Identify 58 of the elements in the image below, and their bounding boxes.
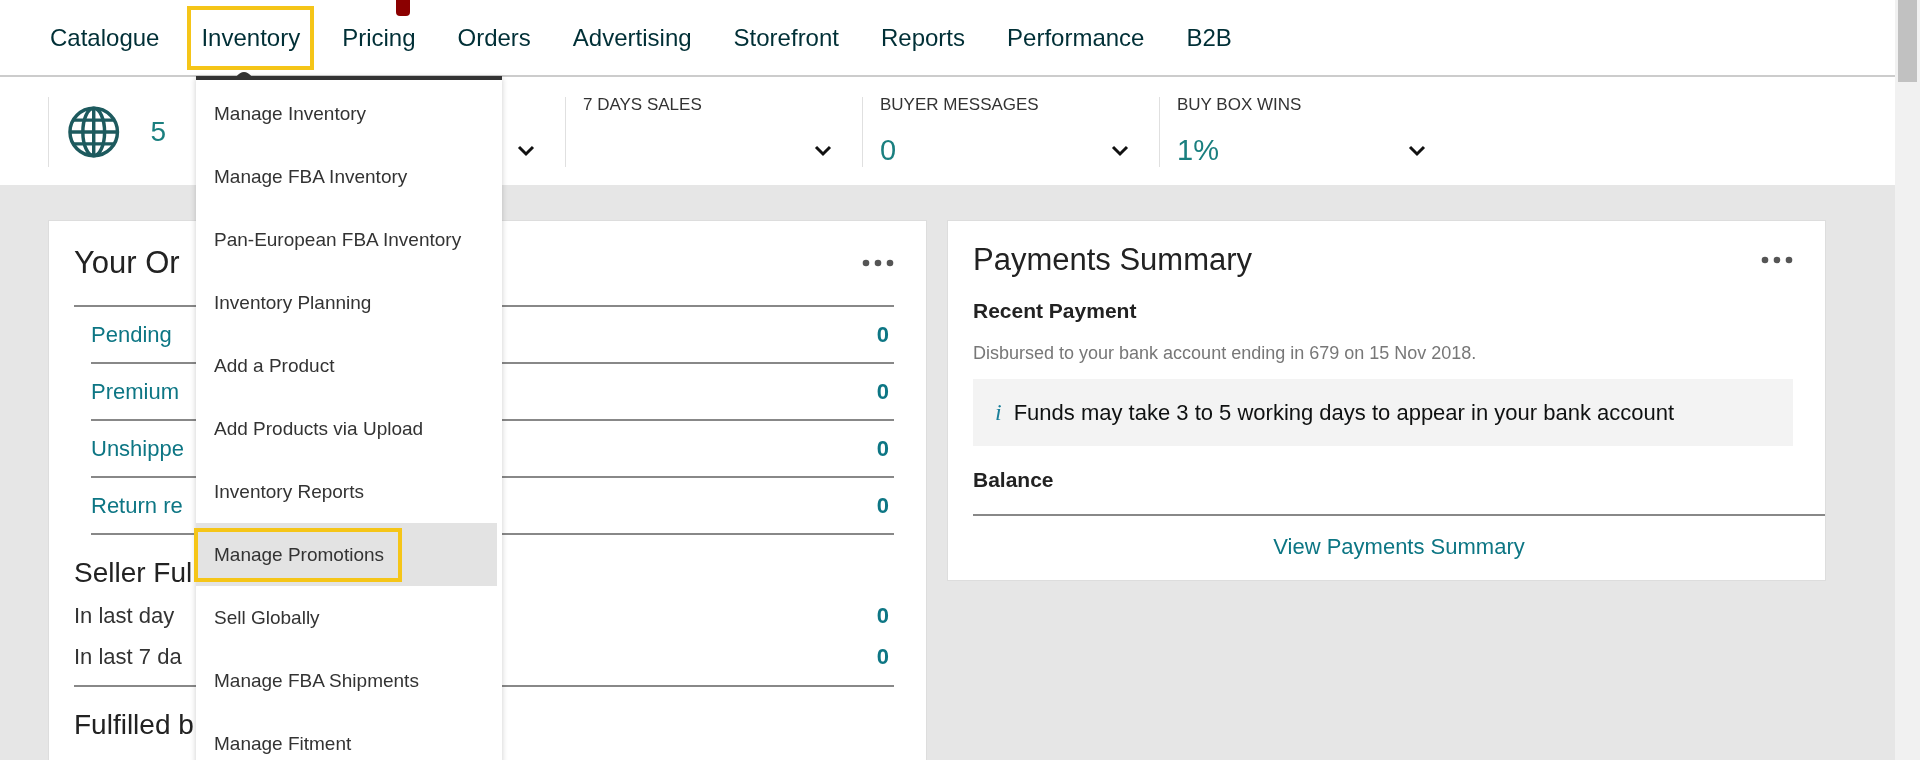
more-icon[interactable] xyxy=(1761,256,1793,264)
order-count[interactable]: 0 xyxy=(876,643,889,670)
metric-value: 0 xyxy=(880,134,897,167)
order-count[interactable]: 0 xyxy=(876,321,889,348)
menu-item[interactable]: Inventory Planning xyxy=(194,275,390,330)
menu-item[interactable]: Manage Fitment xyxy=(194,716,370,760)
nav-tab[interactable]: B2B xyxy=(1172,5,1246,70)
menu-item[interactable]: Manage FBA Shipments xyxy=(194,653,437,708)
metric-label: BUYER MESSAGES xyxy=(880,95,1039,115)
metric-value: 1% xyxy=(1177,134,1219,167)
globe-icon xyxy=(67,105,121,159)
nav-tab[interactable]: Catalogue xyxy=(36,5,174,70)
order-count[interactable]: 0 xyxy=(876,435,889,462)
balance-heading: Balance xyxy=(973,468,1054,492)
menu-item[interactable]: Pan-European FBA Inventory xyxy=(194,212,480,267)
chevron-down-icon[interactable] xyxy=(1408,145,1426,157)
menu-item[interactable]: Inventory Reports xyxy=(194,464,382,519)
metric-label: BUY BOX WINS xyxy=(1177,95,1302,115)
info-text: Funds may take 3 to 5 working days to appear in your bank account xyxy=(1013,399,1675,426)
view-payments-link[interactable]: View Payments Summary xyxy=(1273,534,1525,559)
order-count[interactable]: 0 xyxy=(876,492,889,519)
nav-tab[interactable]: Pricing xyxy=(328,5,430,70)
metric-label: 7 DAYS SALES xyxy=(583,95,702,115)
order-status-link[interactable]: Premium xyxy=(91,378,179,405)
nav-tab[interactable]: Storefront xyxy=(719,5,853,70)
menu-item[interactable]: Manage FBA Inventory xyxy=(194,149,426,204)
menu-item[interactable]: Add Products via Upload xyxy=(194,401,442,456)
disbursement-text: Disbursed to your bank account ending in 679 on 15 Nov 2018. xyxy=(973,343,1477,364)
menu-item[interactable]: Sell Globally xyxy=(194,590,338,645)
order-count[interactable]: 0 xyxy=(876,378,889,405)
nav-tab[interactable]: Performance xyxy=(993,5,1159,70)
section-title: Fulfilled b xyxy=(74,709,194,742)
recent-payment-heading: Recent Payment xyxy=(973,299,1137,323)
chevron-down-icon[interactable] xyxy=(1111,145,1129,157)
more-icon[interactable] xyxy=(862,259,894,267)
marketplace-count: 5 xyxy=(150,116,166,148)
nav-tab[interactable]: Orders xyxy=(443,5,545,70)
order-status-link[interactable]: Pending xyxy=(91,321,172,348)
menu-item[interactable]: Manage Inventory xyxy=(194,86,385,141)
info-icon: i xyxy=(995,399,1002,426)
nav-tab[interactable]: Reports xyxy=(867,5,980,70)
card-title: Your Or xyxy=(74,245,180,281)
order-status-link[interactable]: Return re xyxy=(91,492,183,519)
scrollbar[interactable] xyxy=(1895,0,1920,760)
menu-item[interactable]: Manage Promotions xyxy=(194,527,403,582)
nav-tab[interactable]: Inventory xyxy=(187,5,315,70)
period-label: In last day xyxy=(74,602,175,629)
chevron-down-icon[interactable] xyxy=(517,145,535,157)
period-label: In last 7 da xyxy=(74,643,182,670)
chevron-down-icon[interactable] xyxy=(814,145,832,157)
section-title: Seller Ful xyxy=(74,557,193,590)
order-count[interactable]: 0 xyxy=(876,602,889,629)
notification-badge-icon xyxy=(396,0,410,16)
marketplace-widget[interactable]: 5 xyxy=(48,97,196,167)
nav-tab[interactable]: Advertising xyxy=(558,5,706,70)
card-title: Payments Summary xyxy=(973,242,1253,278)
menu-item[interactable]: Add a Product xyxy=(194,338,353,393)
order-status-link[interactable]: Unshippe xyxy=(91,435,184,462)
